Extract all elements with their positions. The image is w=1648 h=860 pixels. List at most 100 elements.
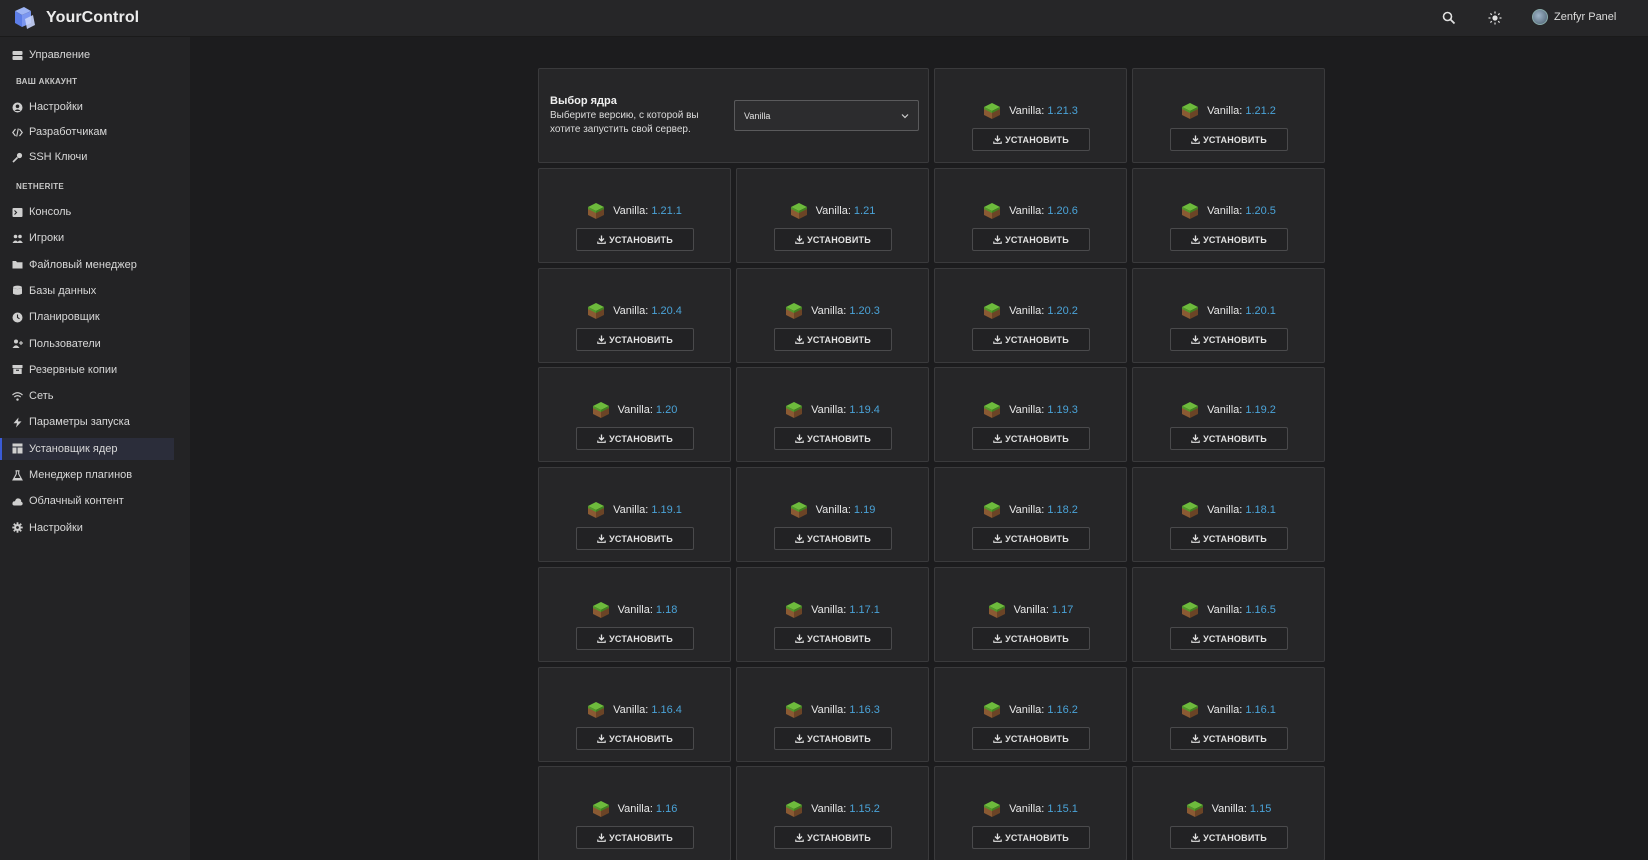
version-title: Vanilla: 1.21.1 (539, 202, 730, 220)
download-icon (993, 833, 1002, 842)
version-card: Vanilla: 1.17.1 УСТАНОВИТЬ (736, 567, 929, 662)
install-button[interactable]: УСТАНОВИТЬ (774, 228, 892, 251)
sidebar-item-server-settings[interactable]: Настройки (0, 517, 190, 539)
install-button[interactable]: УСТАНОВИТЬ (774, 627, 892, 650)
sidebar-item-console[interactable]: Консоль (0, 201, 190, 223)
core-name: Vanilla: (1207, 205, 1243, 217)
version-title: Vanilla: 1.19.3 (935, 401, 1126, 419)
sidebar-item-label: Консоль (29, 206, 72, 218)
version-number: 1.19 (853, 504, 876, 516)
core-name: Vanilla: (811, 704, 847, 716)
gear-icon (11, 522, 23, 534)
version-card: Vanilla: 1.17 УСТАНОВИТЬ (934, 567, 1127, 662)
install-button[interactable]: УСТАНОВИТЬ (972, 128, 1090, 151)
search-icon[interactable] (1440, 9, 1458, 27)
download-icon (993, 734, 1002, 743)
sidebar-item-backups[interactable]: Резервные копии (0, 359, 190, 381)
download-icon (993, 534, 1002, 543)
install-button-label: УСТАНОВИТЬ (807, 733, 871, 744)
install-button[interactable]: УСТАНОВИТЬ (972, 627, 1090, 650)
sidebar-item-label: Установщик ядер (29, 442, 118, 455)
install-button-label: УСТАНОВИТЬ (609, 633, 673, 644)
version-card: Vanilla: 1.20.4 УСТАНОВИТЬ (538, 268, 731, 363)
core-picker-card: Выбор ядра Выберите версию, с которой вы… (538, 68, 929, 163)
version-card: Vanilla: 1.16 УСТАНОВИТЬ (538, 766, 731, 860)
version-card: Vanilla: 1.15.2 УСТАНОВИТЬ (736, 766, 929, 860)
version-title: Vanilla: 1.18.1 (1133, 501, 1324, 519)
sidebar-item-users[interactable]: Пользователи (0, 333, 190, 355)
sidebar-item-ssh-keys[interactable]: SSH Ключи (0, 146, 190, 168)
install-button[interactable]: УСТАНОВИТЬ (576, 427, 694, 450)
download-icon (993, 335, 1002, 344)
grass-block-icon (587, 202, 605, 220)
sidebar-item-databases[interactable]: Базы данных (0, 280, 190, 302)
install-button[interactable]: УСТАНОВИТЬ (576, 328, 694, 351)
install-button-label: УСТАНОВИТЬ (807, 533, 871, 544)
version-number: 1.16.3 (849, 704, 880, 716)
sidebar-item-players[interactable]: Игроки (0, 227, 190, 249)
version-title: Vanilla: 1.19.4 (737, 401, 928, 419)
sidebar-item-plugin-manager[interactable]: Менеджер плагинов (0, 464, 190, 486)
install-button[interactable]: УСТАНОВИТЬ (1170, 527, 1288, 550)
install-button[interactable]: УСТАНОВИТЬ (1170, 727, 1288, 750)
top-bar: YourControl Zenfyr Panel (0, 0, 1648, 37)
install-button[interactable]: УСТАНОВИТЬ (1170, 627, 1288, 650)
user-menu[interactable]: Zenfyr Panel (1532, 9, 1616, 25)
sidebar-item-cloud-content[interactable]: Облачный контент (0, 490, 190, 512)
install-button-label: УСТАНОВИТЬ (1203, 334, 1267, 345)
install-button[interactable]: УСТАНОВИТЬ (774, 727, 892, 750)
install-button[interactable]: УСТАНОВИТЬ (576, 627, 694, 650)
install-button-label: УСТАНОВИТЬ (807, 832, 871, 843)
install-button[interactable]: УСТАНОВИТЬ (1170, 128, 1288, 151)
version-number: 1.21 (853, 205, 876, 217)
sidebar-item-developers[interactable]: Разработчикам (0, 121, 190, 143)
install-button[interactable]: УСТАНОВИТЬ (972, 427, 1090, 450)
version-number: 1.16.4 (651, 704, 682, 716)
install-button[interactable]: УСТАНОВИТЬ (972, 727, 1090, 750)
install-button[interactable]: УСТАНОВИТЬ (576, 228, 694, 251)
install-button[interactable]: УСТАНОВИТЬ (972, 328, 1090, 351)
install-button[interactable]: УСТАНОВИТЬ (774, 527, 892, 550)
install-button[interactable]: УСТАНОВИТЬ (1170, 427, 1288, 450)
core-select[interactable]: Vanilla (734, 100, 919, 131)
install-button[interactable]: УСТАНОВИТЬ (972, 228, 1090, 251)
theme-toggle-icon[interactable] (1486, 9, 1504, 27)
install-button[interactable]: УСТАНОВИТЬ (774, 427, 892, 450)
install-button-label: УСТАНОВИТЬ (1203, 633, 1267, 644)
sidebar-item-label: Облачный контент (29, 495, 124, 508)
install-button[interactable]: УСТАНОВИТЬ (1170, 826, 1288, 849)
install-button-label: УСТАНОВИТЬ (609, 832, 673, 843)
sidebar-item-label: Пользователи (29, 337, 101, 350)
download-icon (1191, 135, 1200, 144)
core-name: Vanilla: (811, 803, 847, 815)
core-name: Vanilla: (811, 404, 847, 416)
download-icon (795, 335, 804, 344)
install-button[interactable]: УСТАНОВИТЬ (774, 328, 892, 351)
sidebar-item-scheduler[interactable]: Планировщик (0, 306, 190, 328)
install-button[interactable]: УСТАНОВИТЬ (1170, 328, 1288, 351)
sidebar-item-account-settings[interactable]: Настройки (0, 96, 190, 118)
version-card: Vanilla: 1.20.5 УСТАНОВИТЬ (1132, 168, 1325, 263)
install-button[interactable]: УСТАНОВИТЬ (576, 527, 694, 550)
install-button-label: УСТАНОВИТЬ (1005, 832, 1069, 843)
grass-block-icon (1181, 401, 1199, 419)
version-number: 1.19.1 (651, 504, 682, 516)
install-button[interactable]: УСТАНОВИТЬ (576, 826, 694, 849)
version-card: Vanilla: 1.19 УСТАНОВИТЬ (736, 467, 929, 562)
install-button[interactable]: УСТАНОВИТЬ (576, 727, 694, 750)
sidebar-item-network[interactable]: Сеть (0, 385, 190, 407)
install-button[interactable]: УСТАНОВИТЬ (972, 826, 1090, 849)
core-name: Vanilla: (815, 205, 851, 217)
version-card: Vanilla: 1.18.1 УСТАНОВИТЬ (1132, 467, 1325, 562)
install-button[interactable]: УСТАНОВИТЬ (1170, 228, 1288, 251)
sidebar-item-file-manager[interactable]: Файловый менеджер (0, 254, 190, 276)
brand[interactable]: YourControl (11, 5, 139, 31)
core-name: Vanilla: (1009, 105, 1045, 117)
install-button[interactable]: УСТАНОВИТЬ (774, 826, 892, 849)
install-button[interactable]: УСТАНОВИТЬ (972, 527, 1090, 550)
sidebar-item-startup[interactable]: Параметры запуска (0, 411, 190, 433)
sidebar-item-management[interactable]: Управление (0, 44, 190, 66)
core-name: Vanilla: (1013, 604, 1049, 616)
sidebar-item-label: Игроки (29, 232, 65, 245)
sidebar-item-core-installer[interactable]: Установщик ядер (0, 437, 174, 460)
